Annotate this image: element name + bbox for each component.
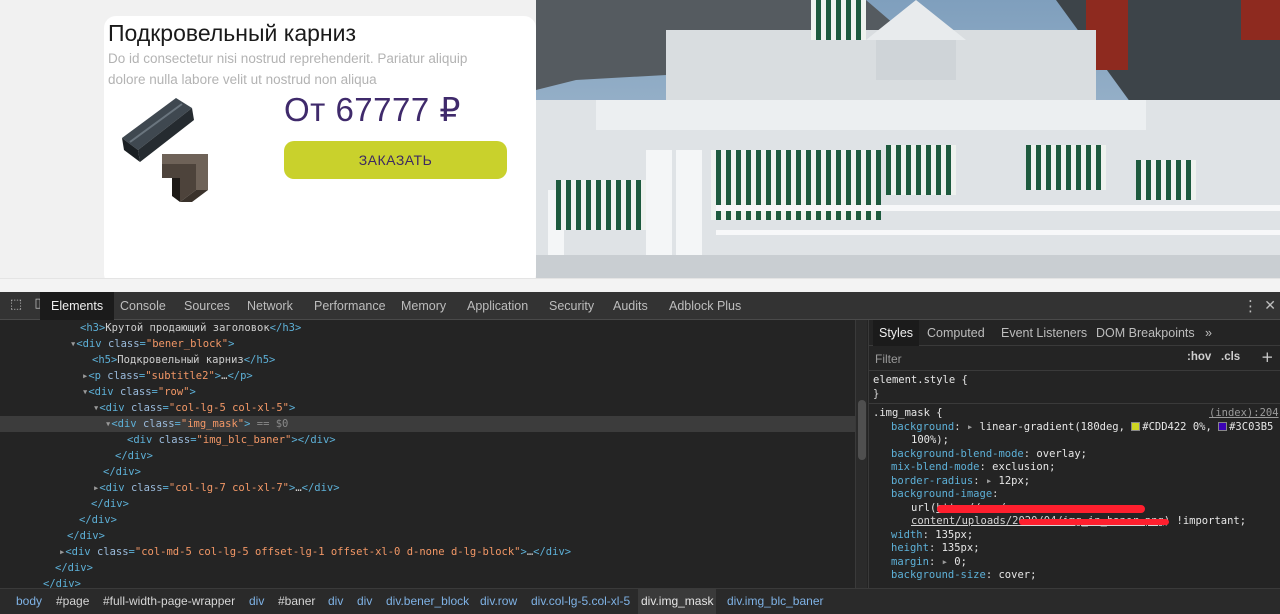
breadcrumb-item[interactable]: div [325,589,346,614]
house-illustration [536,0,1280,278]
dom-node[interactable]: <h3>Крутой продающий заголовок</h3> [0,320,855,336]
element-style-selector: element.style { [873,374,968,386]
more-options-icon[interactable]: ⋮ [1243,292,1258,320]
breadcrumb-item[interactable]: body [13,589,45,614]
css-declaration[interactable]: width: 135px; [869,529,1280,543]
dom-node[interactable]: <div class="img_blc_baner"></div> [0,432,855,448]
dom-node[interactable]: ▾<div class="bener_block"> [0,336,855,352]
breadcrumb-item-active[interactable]: div.img_mask [638,589,717,614]
rule-divider [869,403,1280,404]
rule-close: } [873,387,880,400]
tab-application[interactable]: Application [467,292,528,320]
devtools-tabbar: ⬚ ▯ Elements Console Sources Network Per… [0,292,1280,320]
breadcrumb-item[interactable]: div.row [477,589,520,614]
color-swatch[interactable] [1131,421,1141,431]
price: От 67777 ₽ [284,91,461,128]
color-swatch[interactable] [1218,421,1228,431]
css-declaration[interactable]: background-blend-mode: overlay; [869,448,1280,462]
breadcrumb-item[interactable]: #full-width-page-wrapper [100,589,238,614]
inspect-element-icon[interactable]: ⬚ [8,297,24,313]
page-horizontal-scrollbar[interactable] [0,278,1280,292]
hero-house-photo [536,0,1280,278]
tab-memory[interactable]: Memory [401,292,446,320]
dom-node[interactable]: </div> [0,576,855,588]
rule-source-link[interactable]: (index):204 [1209,407,1279,421]
dom-node[interactable]: <h5>Подкровельный карниз</h5> [0,352,855,368]
hover-state-toggle[interactable]: :hov [1187,351,1211,363]
dom-node[interactable]: </div> [0,528,855,544]
breadcrumb-item[interactable]: #baner [275,589,318,614]
tab-adblock-plus[interactable]: Adblock Plus [669,292,741,320]
new-rule-icon[interactable]: + [1261,348,1274,366]
product-image [122,98,208,202]
tab-styles[interactable]: Styles [873,320,920,346]
styles-tabbar: Styles Computed Event Listeners DOM Brea… [869,320,1280,346]
styles-pane: Styles Computed Event Listeners DOM Brea… [868,320,1280,588]
tab-network[interactable]: Network [247,292,293,320]
css-declaration[interactable]: height: 135px; [869,542,1280,556]
tab-performance[interactable]: Performance [314,292,386,320]
tab-elements[interactable]: Elements [40,292,115,320]
dom-node[interactable]: </div> [0,512,855,528]
tab-console[interactable]: Console [120,292,166,320]
website-viewport: Подкровельный карниз Do id consectetur n… [0,0,1280,278]
tab-dom-breakpoints[interactable]: DOM Breakpoints [1096,320,1195,346]
close-icon[interactable]: ✕ [1264,292,1276,320]
dom-node[interactable]: ▾<div class="row"> [0,384,855,400]
breadcrumb-item[interactable]: div [354,589,375,614]
css-declaration[interactable]: background-size: cover; [869,569,1280,583]
styles-filter-input[interactable] [875,352,1155,366]
class-toggle[interactable]: .cls [1221,351,1240,363]
tab-computed[interactable]: Computed [927,320,985,346]
dom-node-selected[interactable]: ▾<div class="img_mask"> == $0 [0,416,855,432]
dom-node[interactable]: </div> [0,560,855,576]
product-card: Подкровельный карниз Do id consectetur n… [104,16,536,278]
css-declaration[interactable]: margin: ▸ 0; [869,556,1280,570]
css-declaration-cont: 100%); [911,434,949,446]
tab-audits[interactable]: Audits [613,292,648,320]
tab-event-listeners[interactable]: Event Listeners [1001,320,1087,346]
dom-node[interactable]: </div> [0,496,855,512]
elements-scrollbar[interactable] [855,320,867,588]
dom-node[interactable]: </div> [0,464,855,480]
dom-node[interactable]: ▸<p class="subtitle2">…</p> [0,368,855,384]
tab-sources[interactable]: Sources [184,292,230,320]
css-declaration[interactable]: border-radius: ▸ 12px; [869,475,1280,489]
breadcrumb-item[interactable]: div.img_blc_baner [724,589,827,614]
card-subtitle: Do id consectetur nisi nostrud reprehend… [108,51,468,87]
css-declaration[interactable]: background: ▸ linear-gradient(180deg, #C… [869,421,1280,435]
tab-security[interactable]: Security [549,292,594,320]
card-title: Подкровельный карниз [108,20,356,46]
more-tabs-icon[interactable]: » [1205,320,1212,346]
dom-node[interactable]: ▾<div class="col-lg-5 col-xl-5"> [0,400,855,416]
styles-filter-bar: :hov .cls + [869,347,1280,371]
breadcrumb-item[interactable]: div.col-lg-5.col-xl-5 [528,589,633,614]
redaction-mark [1019,519,1169,525]
dom-node[interactable]: ▸<div class="col-lg-7 col-xl-7">…</div> [0,480,855,496]
dom-node[interactable]: </div> [0,448,855,464]
order-button[interactable]: ЗАКАЗАТЬ [284,141,507,179]
css-declaration[interactable]: mix-blend-mode: exclusion; [869,461,1280,475]
breadcrumb-item[interactable]: div.bener_block [383,589,472,614]
css-declaration[interactable]: background-image: [869,488,1280,502]
devtools-panel: ⬚ ▯ Elements Console Sources Network Per… [0,292,1280,614]
elements-dom-tree: <h3>Крутой продающий заголовок</h3> ▾<di… [0,320,855,588]
dom-node[interactable]: ▸<div class="col-md-5 col-lg-5 offset-lg… [0,544,855,560]
redaction-mark [937,505,1145,513]
scrollbar-thumb[interactable] [858,400,866,460]
dom-breadcrumb: body #page #full-width-page-wrapper div … [0,588,1280,614]
breadcrumb-item[interactable]: div [246,589,267,614]
breadcrumb-item[interactable]: #page [53,589,92,614]
